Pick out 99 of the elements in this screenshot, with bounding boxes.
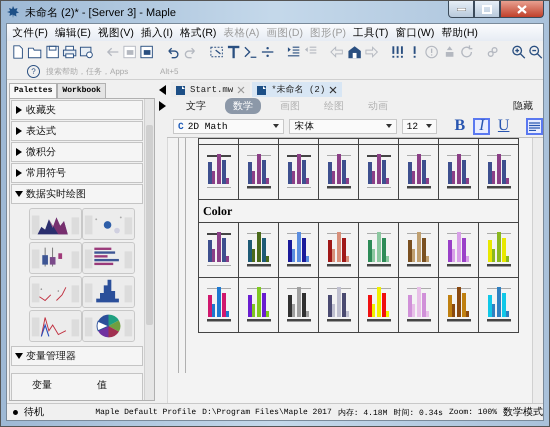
panel-tab[interactable]: Palettes xyxy=(9,83,58,98)
selection-icon[interactable] xyxy=(208,44,224,60)
horizontal-bar-chart-thumbnail[interactable] xyxy=(82,242,135,274)
caret-icon xyxy=(386,124,392,128)
execute-all-icon[interactable] xyxy=(390,44,406,60)
close-icon xyxy=(517,4,527,14)
palette-title: 表达式 xyxy=(26,124,56,138)
align-icon xyxy=(529,122,540,130)
zoom-in-icon[interactable] xyxy=(510,44,526,60)
menu-item[interactable]: 格式(R) xyxy=(176,26,220,40)
palette-header[interactable]: 微积分 xyxy=(11,142,143,162)
print-preview-icon[interactable] xyxy=(79,44,94,60)
palette-header[interactable]: 常用符号 xyxy=(11,163,143,183)
expand-right-icon[interactable] xyxy=(158,101,166,111)
minimize-button[interactable] xyxy=(448,1,474,18)
size-dropdown[interactable]: 12 xyxy=(402,118,438,134)
box-plot-thumbnail[interactable] xyxy=(29,242,82,274)
status-dot-icon xyxy=(13,410,18,414)
style-dropdown[interactable]: C 2D Math xyxy=(173,118,284,134)
collapse-left-icon[interactable] xyxy=(158,85,166,95)
maximize-button[interactable] xyxy=(474,1,500,18)
status-text: 待机 xyxy=(24,406,44,419)
profile-text: Maple Default Profile xyxy=(95,408,196,416)
collapsed-arrow-icon[interactable] xyxy=(15,169,23,177)
palette-header[interactable]: 收藏夹 xyxy=(11,100,143,120)
style-value: 2D Math xyxy=(188,120,228,132)
divider-icon[interactable] xyxy=(260,44,276,60)
document-icon xyxy=(257,84,268,94)
shortcut-hint: Alt+5 xyxy=(160,66,178,76)
palette-title: 数据实时绘图 xyxy=(26,188,86,201)
palette-header[interactable]: 数据实时绘图 xyxy=(11,184,143,204)
collapsed-arrow-icon[interactable] xyxy=(15,148,23,156)
font-value: 宋体 xyxy=(294,120,314,132)
panel-tab[interactable]: Workbook xyxy=(57,83,106,98)
bubble-chart-thumbnail[interactable] xyxy=(82,208,135,240)
document-tab[interactable]: Start.mw xyxy=(171,82,250,97)
maple-leaf-icon xyxy=(6,5,20,19)
close-button[interactable] xyxy=(500,1,544,18)
home-icon[interactable] xyxy=(346,44,362,60)
path-text: D:\Program Files\Maple 2017 xyxy=(202,408,332,416)
menu-item[interactable]: 窗口(W) xyxy=(392,26,438,40)
scrollbar[interactable] xyxy=(144,99,154,400)
area-chart-thumbnail[interactable] xyxy=(29,208,82,240)
palette-title: 微积分 xyxy=(26,146,56,159)
menu-item[interactable]: 视图(V) xyxy=(94,26,138,40)
column-header: 变量 xyxy=(31,378,53,392)
collapsed-arrow-icon[interactable] xyxy=(15,106,23,114)
scrollbar-thumb[interactable] xyxy=(146,125,153,325)
zoom-text: Zoom: 100% xyxy=(448,408,497,416)
menu-item[interactable]: 文件(F) xyxy=(9,26,52,40)
palette-header[interactable]: 表达式 xyxy=(11,121,143,141)
style-prefix: C xyxy=(178,120,184,132)
menu-item[interactable]: 工具(T) xyxy=(350,26,392,40)
minimize-icon xyxy=(456,8,466,10)
tab-label: Start.mw xyxy=(190,84,234,94)
histogram-thumbnail[interactable] xyxy=(82,276,135,308)
tab-label: *未命名 (2) xyxy=(271,84,326,96)
palette-title: 常用符号 xyxy=(26,166,66,180)
size-value: 12 xyxy=(406,120,418,132)
scatter-line-chart-thumbnail[interactable] xyxy=(29,276,82,308)
menu-item[interactable]: 帮助(H) xyxy=(438,26,482,40)
palette-title: 收藏夹 xyxy=(26,104,56,117)
text-icon[interactable] xyxy=(226,44,242,60)
window-title: 未命名 (2)* - [Server 3] - Maple xyxy=(25,6,176,20)
time-text: 时间: 0.34s xyxy=(393,408,443,418)
scrollbar[interactable] xyxy=(532,138,543,403)
pie-chart-thumbnail[interactable] xyxy=(82,310,135,342)
expanded-arrow-icon[interactable] xyxy=(15,352,23,360)
prompt-icon[interactable] xyxy=(243,44,258,60)
close-icon[interactable] xyxy=(329,86,338,94)
line-chart-thumbnail[interactable] xyxy=(29,310,82,342)
help-icon[interactable]: ? xyxy=(27,64,40,78)
hide-link[interactable]: 隐藏 xyxy=(513,99,533,113)
font-dropdown[interactable]: 宋体 xyxy=(289,118,397,134)
maximize-icon xyxy=(482,4,492,14)
underline-button[interactable]: U xyxy=(495,118,512,134)
print-icon[interactable] xyxy=(62,44,77,60)
section-heading: Color xyxy=(198,200,518,222)
palette-title: 变量管理器 xyxy=(26,350,76,363)
mode-text: 数学模式 xyxy=(503,406,543,419)
bold-button[interactable]: B xyxy=(451,118,468,134)
caret-icon xyxy=(426,124,432,128)
expanded-arrow-icon[interactable] xyxy=(15,190,23,198)
document-icon xyxy=(176,84,186,94)
menu-item[interactable]: 编辑(E) xyxy=(51,26,94,40)
caret-icon xyxy=(273,124,280,128)
column-header: 值 xyxy=(96,379,108,392)
search-field[interactable]: 搜索帮助，任务，Apps xyxy=(46,65,154,77)
save-icon[interactable] xyxy=(44,44,60,60)
memory-text: 内存: 4.18M xyxy=(338,408,388,418)
mode-button[interactable]: 文字 xyxy=(181,99,211,113)
document-tab[interactable]: *未命名 (2) xyxy=(252,82,342,97)
menu-item[interactable]: 插入(I) xyxy=(137,26,176,40)
italic-button[interactable]: I xyxy=(473,118,490,134)
collapsed-arrow-icon[interactable] xyxy=(15,127,23,135)
window-icon[interactable] xyxy=(139,44,155,60)
palette-header[interactable]: 变量管理器 xyxy=(11,346,143,366)
zoom-out-icon[interactable] xyxy=(528,44,544,60)
align-button[interactable] xyxy=(526,118,543,134)
